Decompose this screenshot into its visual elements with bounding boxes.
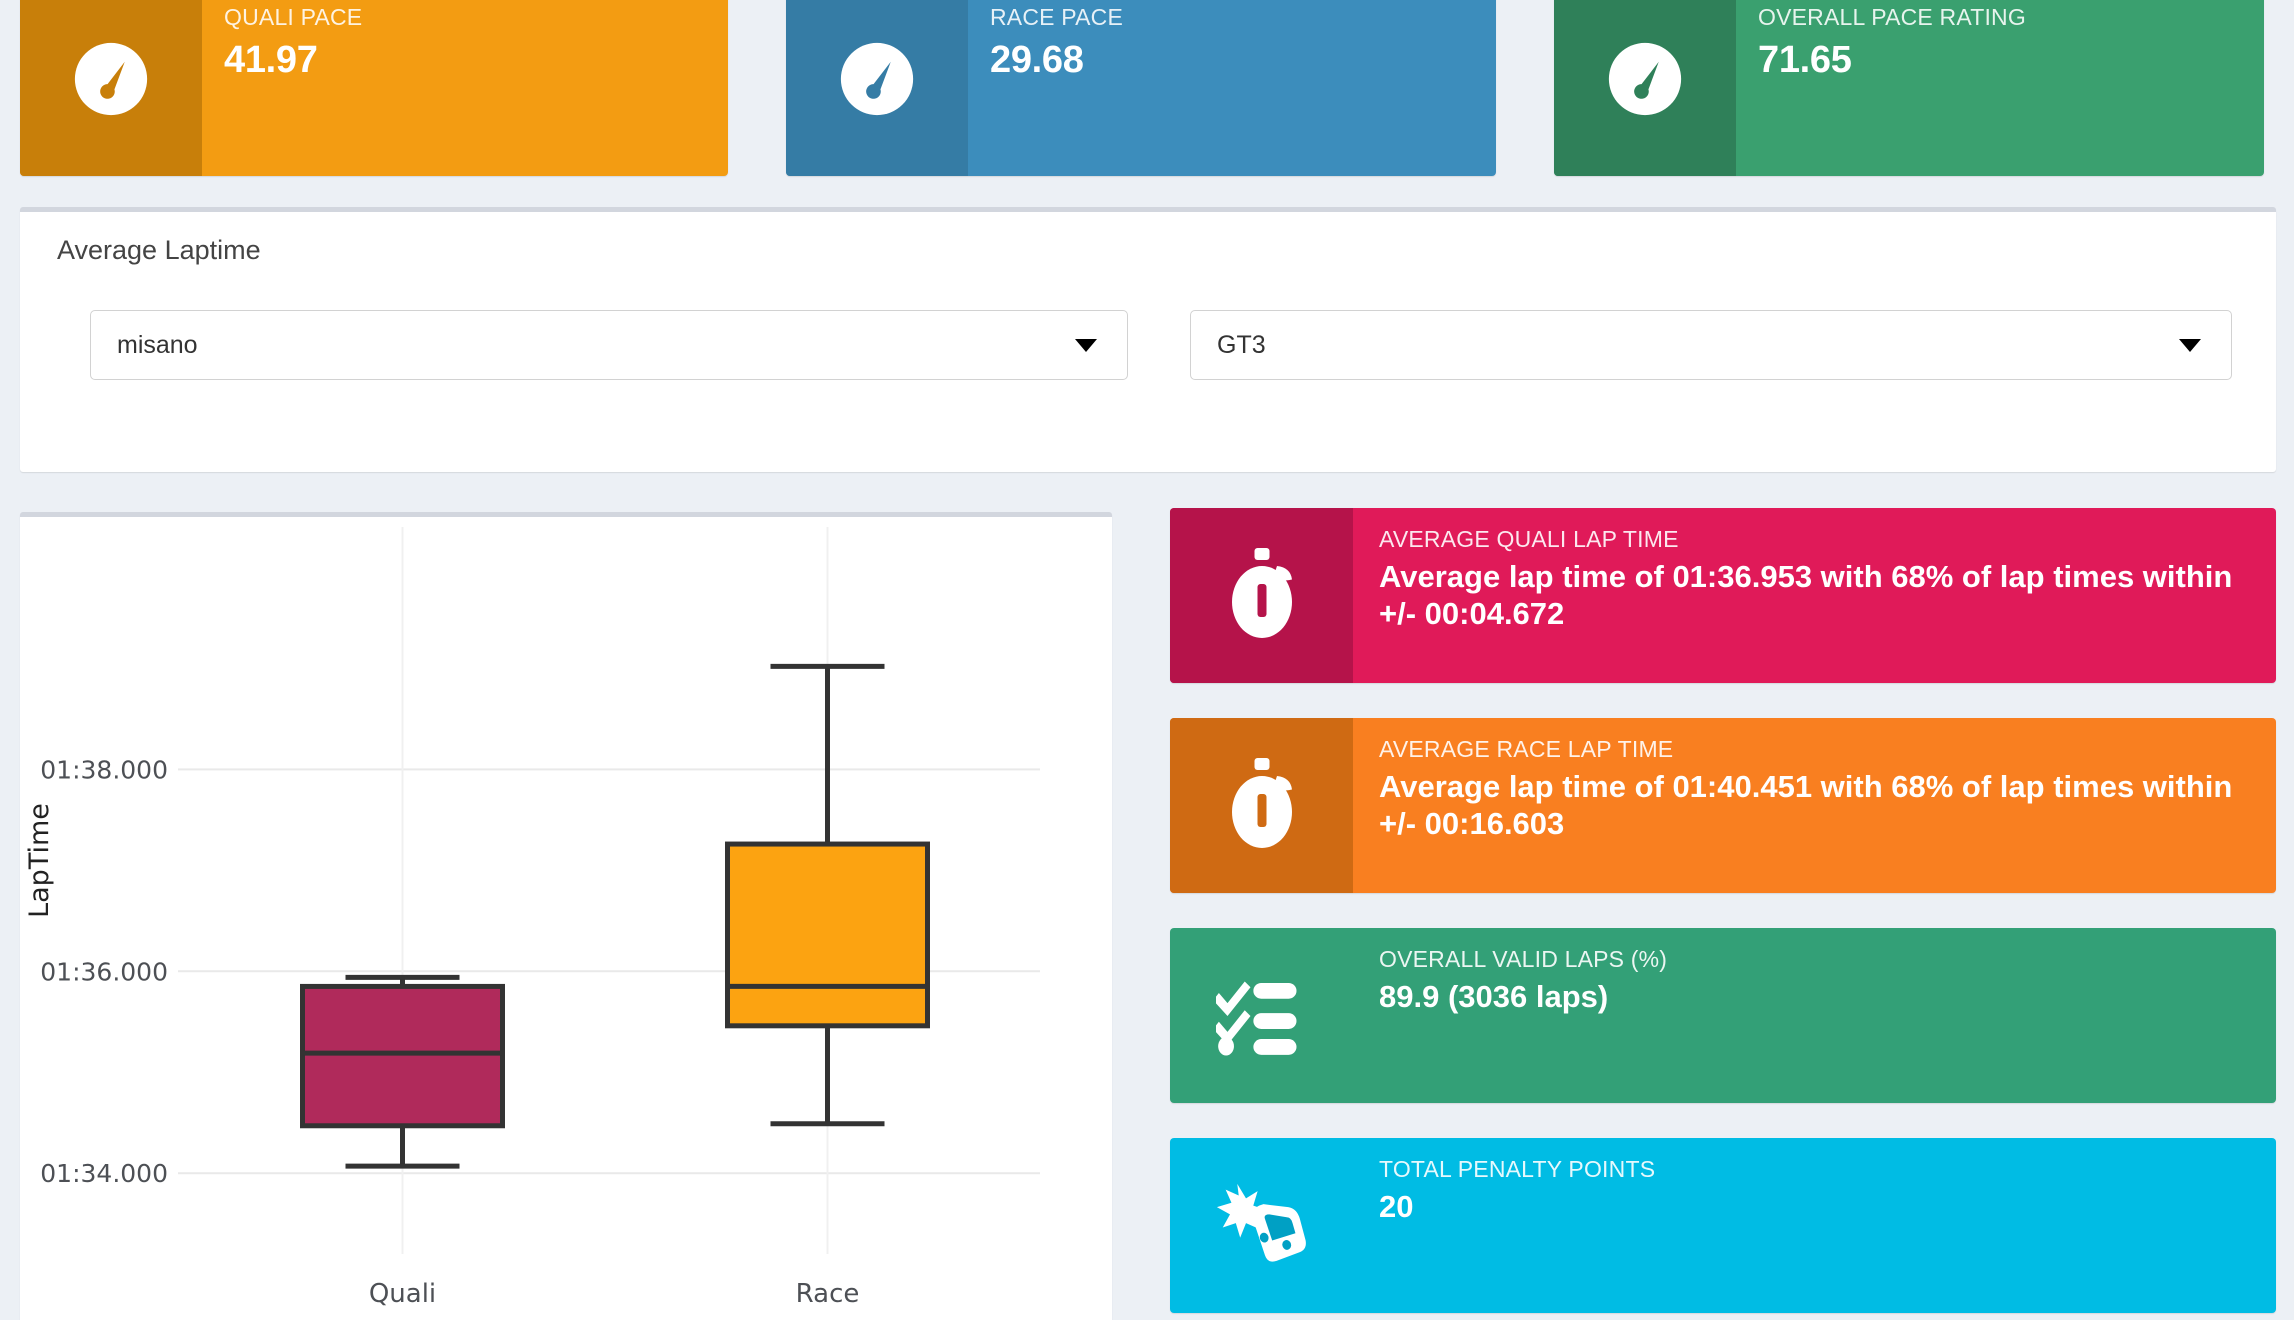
info-card-total-penalty-points: TOTAL PENALTY POINTS 20 [1170,1138,2276,1313]
info-card-body: TOTAL PENALTY POINTS 20 [1353,1138,2276,1313]
svg-text:Quali: Quali [369,1279,436,1309]
info-card-body: AVERAGE QUALI LAP TIME Average lap time … [1353,508,2276,683]
info-label: AVERAGE RACE LAP TIME [1379,736,1674,762]
average-laptime-panel: Average Laptime misano GT3 [20,207,2276,472]
gauge-icon [1554,0,1736,176]
chevron-down-icon [2179,338,2201,352]
info-value: Average lap time of 01:36.953 with 68% o… [1379,559,2233,631]
dashboard-page: QUALI PACE 41.97 RACE PACE 29.68 OVERALL… [0,0,2294,1320]
kpi-value: 29.68 [990,39,1084,81]
kpi-card-quali-pace: QUALI PACE 41.97 [20,0,728,176]
kpi-card-overall-pace-rating: OVERALL PACE RATING 71.65 [1554,0,2264,176]
panel-title: Average Laptime [57,235,261,265]
kpi-card-row: QUALI PACE 41.97 RACE PACE 29.68 OVERALL… [0,0,2294,178]
info-value: 89.9 (3036 laps) [1379,979,1609,1014]
kpi-card-body: RACE PACE 29.68 [968,0,1496,176]
car-crash-icon [1170,1138,1353,1313]
gauge-icon [20,0,202,176]
info-value: Average lap time of 01:40.451 with 68% o… [1379,769,2233,841]
car-class-select[interactable]: GT3 [1190,310,2232,380]
info-value: 20 [1379,1189,1414,1224]
info-label: OVERALL VALID LAPS (%) [1379,946,1668,972]
laptime-boxplot[interactable]: 01:38.000 01:36.000 01:34.000 LapTime Quali R… [20,517,1112,1320]
info-label: TOTAL PENALTY POINTS [1379,1156,1656,1182]
track-select[interactable]: misano [90,310,1128,380]
kpi-label: QUALI PACE [224,4,363,30]
info-card-body: OVERALL VALID LAPS (%) 89.9 (3036 laps) [1353,928,2276,1103]
filter-row: misano GT3 [20,310,2276,380]
kpi-card-race-pace: RACE PACE 29.68 [786,0,1496,176]
kpi-card-body: OVERALL PACE RATING 71.65 [1736,0,2264,176]
svg-text:01:36.000: 01:36.000 [40,957,168,986]
info-label: AVERAGE QUALI LAP TIME [1379,526,1679,552]
svg-text:01:34.000: 01:34.000 [40,1159,168,1188]
info-card-overall-valid-laps: OVERALL VALID LAPS (%) 89.9 (3036 laps) [1170,928,2276,1103]
laptime-boxplot-panel: 01:38.000 01:36.000 01:34.000 LapTime Quali R… [20,512,1112,1320]
svg-text:01:38.000: 01:38.000 [40,755,168,784]
track-select-value: misano [117,330,198,359]
kpi-value: 71.65 [1758,39,1852,81]
kpi-label: OVERALL PACE RATING [1758,4,2026,30]
kpi-card-body: QUALI PACE 41.97 [202,0,728,176]
svg-text:Race: Race [796,1279,860,1309]
car-class-select-value: GT3 [1217,330,1266,359]
kpi-label: RACE PACE [990,4,1124,30]
info-card-average-quali-lap-time: AVERAGE QUALI LAP TIME Average lap time … [1170,508,2276,683]
info-card-average-race-lap-time: AVERAGE RACE LAP TIME Average lap time o… [1170,718,2276,893]
stopwatch-icon [1170,718,1353,893]
chevron-down-icon [1075,338,1097,352]
svg-text:LapTime: LapTime [24,803,55,918]
checklist-icon [1170,928,1353,1103]
info-card-body: AVERAGE RACE LAP TIME Average lap time o… [1353,718,2276,893]
kpi-value: 41.97 [224,39,318,81]
gauge-icon [786,0,968,176]
stopwatch-icon [1170,508,1353,683]
